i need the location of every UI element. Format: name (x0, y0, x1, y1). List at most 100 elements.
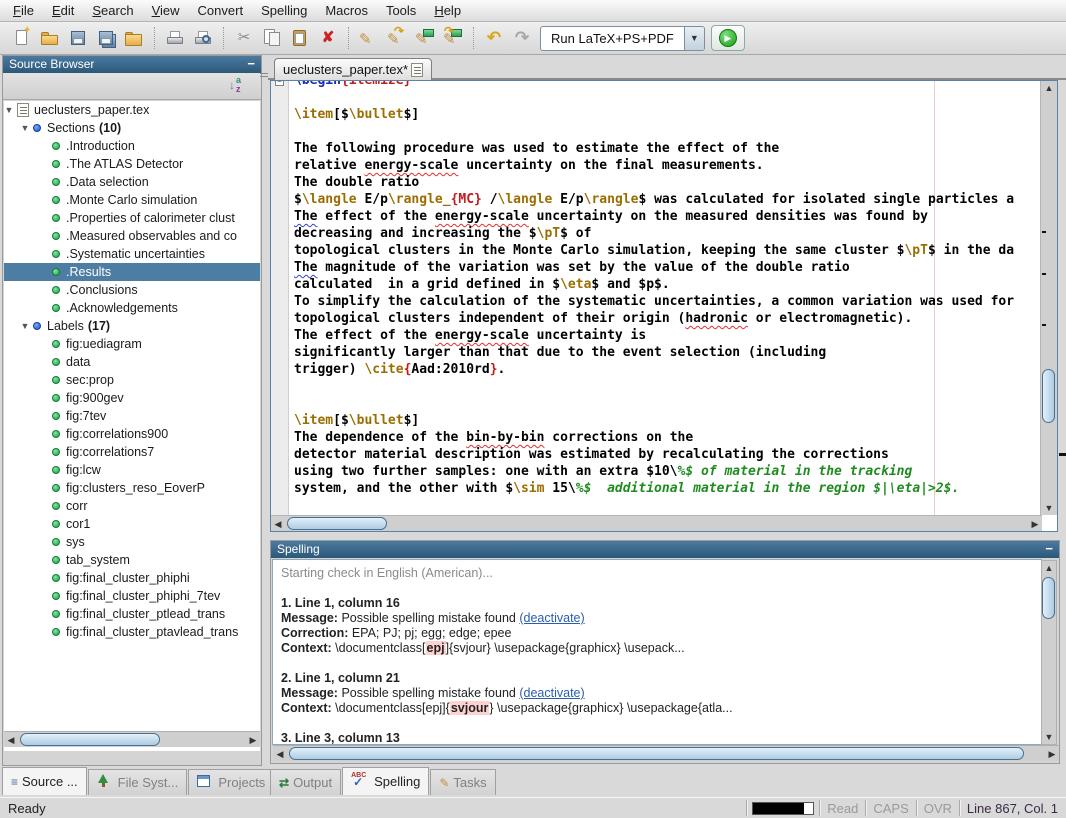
tree-group-labels[interactable]: ▼Labels(17) (4, 317, 260, 335)
bottom-tab-output[interactable]: ⇄Output (270, 769, 341, 795)
scroll-left-icon[interactable]: ◀ (273, 747, 287, 761)
bottom-tab-tasks[interactable]: ✎Tasks (430, 769, 495, 795)
menu-file[interactable]: File (4, 1, 43, 20)
tree-item[interactable]: .Monte Carlo simulation (4, 191, 260, 209)
bottom-tab-spelling[interactable]: ABC✓Spelling (342, 767, 429, 795)
run-button[interactable]: ▶ (711, 25, 745, 51)
tree-item[interactable]: fig:correlations900 (4, 425, 260, 443)
print-preview-button[interactable] (190, 25, 216, 51)
code-segment: topological clusters in the Monte Carlo … (294, 243, 904, 258)
new-file-button[interactable]: ✦ (9, 25, 35, 51)
list-icon: ≡ (11, 775, 18, 789)
menu-tools[interactable]: Tools (377, 1, 425, 20)
tree-item[interactable]: .The ATLAS Detector (4, 155, 260, 173)
tree-item[interactable]: tab_system (4, 551, 260, 569)
menu-macros[interactable]: Macros (316, 1, 377, 20)
tree-item[interactable]: fig:final_cluster_phiphi (4, 569, 260, 587)
tree-item[interactable]: .Properties of calorimeter clust (4, 209, 260, 227)
comment-button[interactable]: ✎ (412, 25, 438, 51)
tree-item[interactable]: cor1 (4, 515, 260, 533)
paste-button[interactable] (287, 25, 313, 51)
tree-item[interactable]: sys (4, 533, 260, 551)
scrollbar-thumb[interactable] (20, 733, 160, 746)
scrollbar-thumb[interactable] (287, 517, 387, 530)
tree-item[interactable]: .Introduction (4, 137, 260, 155)
scroll-up-icon[interactable]: ▲ (1042, 81, 1056, 95)
tree-item[interactable]: fig:uediagram (4, 335, 260, 353)
spelling-vertical-scrollbar[interactable]: ▲ ▼ (1041, 560, 1057, 745)
editor-tab[interactable]: ueclusters_paper.tex* (274, 58, 432, 80)
spelling-horizontal-scrollbar[interactable]: ◀ ▶ (273, 745, 1059, 761)
fold-marker-icon[interactable]: − (275, 81, 284, 86)
expander-icon[interactable]: ▼ (20, 123, 30, 133)
tree-item[interactable]: .Systematic uncertainties (4, 245, 260, 263)
scrollbar-thumb[interactable] (289, 747, 1024, 760)
scroll-right-icon[interactable]: ▶ (1028, 517, 1042, 531)
tree-item[interactable]: .Acknowledgements (4, 299, 260, 317)
deactivate-link[interactable]: (deactivate) (519, 686, 584, 700)
minimize-icon[interactable]: − (247, 56, 255, 71)
sidebar-tab-source[interactable]: ≡Source ... (2, 767, 87, 795)
redo-button[interactable]: ↷ (509, 25, 535, 51)
deactivate-link[interactable]: (deactivate) (519, 611, 584, 625)
copy-button[interactable] (259, 25, 285, 51)
save-all-button[interactable] (93, 25, 119, 51)
expander-icon[interactable]: ▼ (4, 105, 14, 115)
tree-item[interactable]: .Measured observables and co (4, 227, 260, 245)
scrollbar-thumb[interactable] (1042, 369, 1055, 423)
tree-item[interactable]: fig:final_cluster_ptavlead_trans (4, 623, 260, 641)
scroll-right-icon[interactable]: ▶ (1045, 747, 1059, 761)
editor-horizontal-scrollbar[interactable]: ◀ ▶ (271, 515, 1042, 531)
editor-text-area[interactable]: \begin{itemize} \item[$\bullet$] The fol… (289, 81, 1042, 515)
scroll-left-icon[interactable]: ◀ (271, 517, 285, 531)
save-button[interactable] (65, 25, 91, 51)
sort-az-button[interactable]: ↓ az (229, 76, 251, 96)
tree-item[interactable]: .Data selection (4, 173, 260, 191)
tree-item[interactable]: fig:correlations7 (4, 443, 260, 461)
item-dot-icon (52, 142, 60, 150)
unindent-button[interactable]: ✎↷ (384, 25, 410, 51)
menu-spelling[interactable]: Spelling (252, 1, 316, 20)
sidebar-horizontal-scrollbar[interactable]: ◀ ▶ (4, 731, 260, 747)
tree-item[interactable]: data (4, 353, 260, 371)
sidebar-tab-filesyst[interactable]: File Syst... (88, 769, 188, 795)
tree-item[interactable]: fig:final_cluster_ptlead_trans (4, 605, 260, 623)
expander-icon[interactable]: ▼ (20, 321, 30, 331)
sidebar-tab-projects[interactable]: Projects (188, 769, 274, 795)
menu-view[interactable]: View (143, 1, 189, 20)
tree-item[interactable]: sec:prop (4, 371, 260, 389)
tree-item[interactable]: corr (4, 497, 260, 515)
editor[interactable]: − \begin{itemize} \item[$\bullet$] The f… (270, 80, 1058, 532)
tree-item[interactable]: fig:7tev (4, 407, 260, 425)
tree-root-item[interactable]: ▼ueclusters_paper.tex (4, 101, 260, 119)
menu-edit[interactable]: Edit (43, 1, 83, 20)
close-file-button[interactable] (121, 25, 147, 51)
editor-vertical-scrollbar[interactable]: ▲ ▼ (1040, 81, 1057, 515)
menu-help[interactable]: Help (425, 1, 470, 20)
cut-button[interactable]: ✂ (231, 25, 257, 51)
indent-button[interactable]: ✎ (356, 25, 382, 51)
scroll-up-icon[interactable]: ▲ (1042, 561, 1056, 575)
tree-item[interactable]: fig:lcw (4, 461, 260, 479)
scroll-left-icon[interactable]: ◀ (4, 733, 18, 747)
tree-item[interactable]: fig:final_cluster_phiphi_7tev (4, 587, 260, 605)
tree-item[interactable]: fig:clusters_reso_EoverP (4, 479, 260, 497)
undo-button[interactable]: ↶ (481, 25, 507, 51)
tree-item[interactable]: fig:900gev (4, 389, 260, 407)
chevron-down-icon[interactable]: ▼ (684, 27, 704, 50)
menu-search[interactable]: Search (83, 1, 142, 20)
minimize-icon[interactable]: − (1045, 541, 1053, 556)
menu-convert[interactable]: Convert (189, 1, 253, 20)
run-command-select[interactable]: Run LaTeX+PS+PDF ▼ (540, 26, 705, 51)
scroll-down-icon[interactable]: ▼ (1042, 730, 1056, 744)
print-button[interactable] (162, 25, 188, 51)
scrollbar-thumb[interactable] (1042, 577, 1055, 619)
scroll-right-icon[interactable]: ▶ (246, 733, 260, 747)
scroll-down-icon[interactable]: ▼ (1042, 501, 1056, 515)
open-button[interactable] (37, 25, 63, 51)
tree-group-sections[interactable]: ▼Sections(10) (4, 119, 260, 137)
tree-item[interactable]: .Results (4, 263, 260, 281)
uncomment-button[interactable]: ✎↷ (440, 25, 466, 51)
tree-item[interactable]: .Conclusions (4, 281, 260, 299)
delete-button[interactable]: ✘ (315, 25, 341, 51)
